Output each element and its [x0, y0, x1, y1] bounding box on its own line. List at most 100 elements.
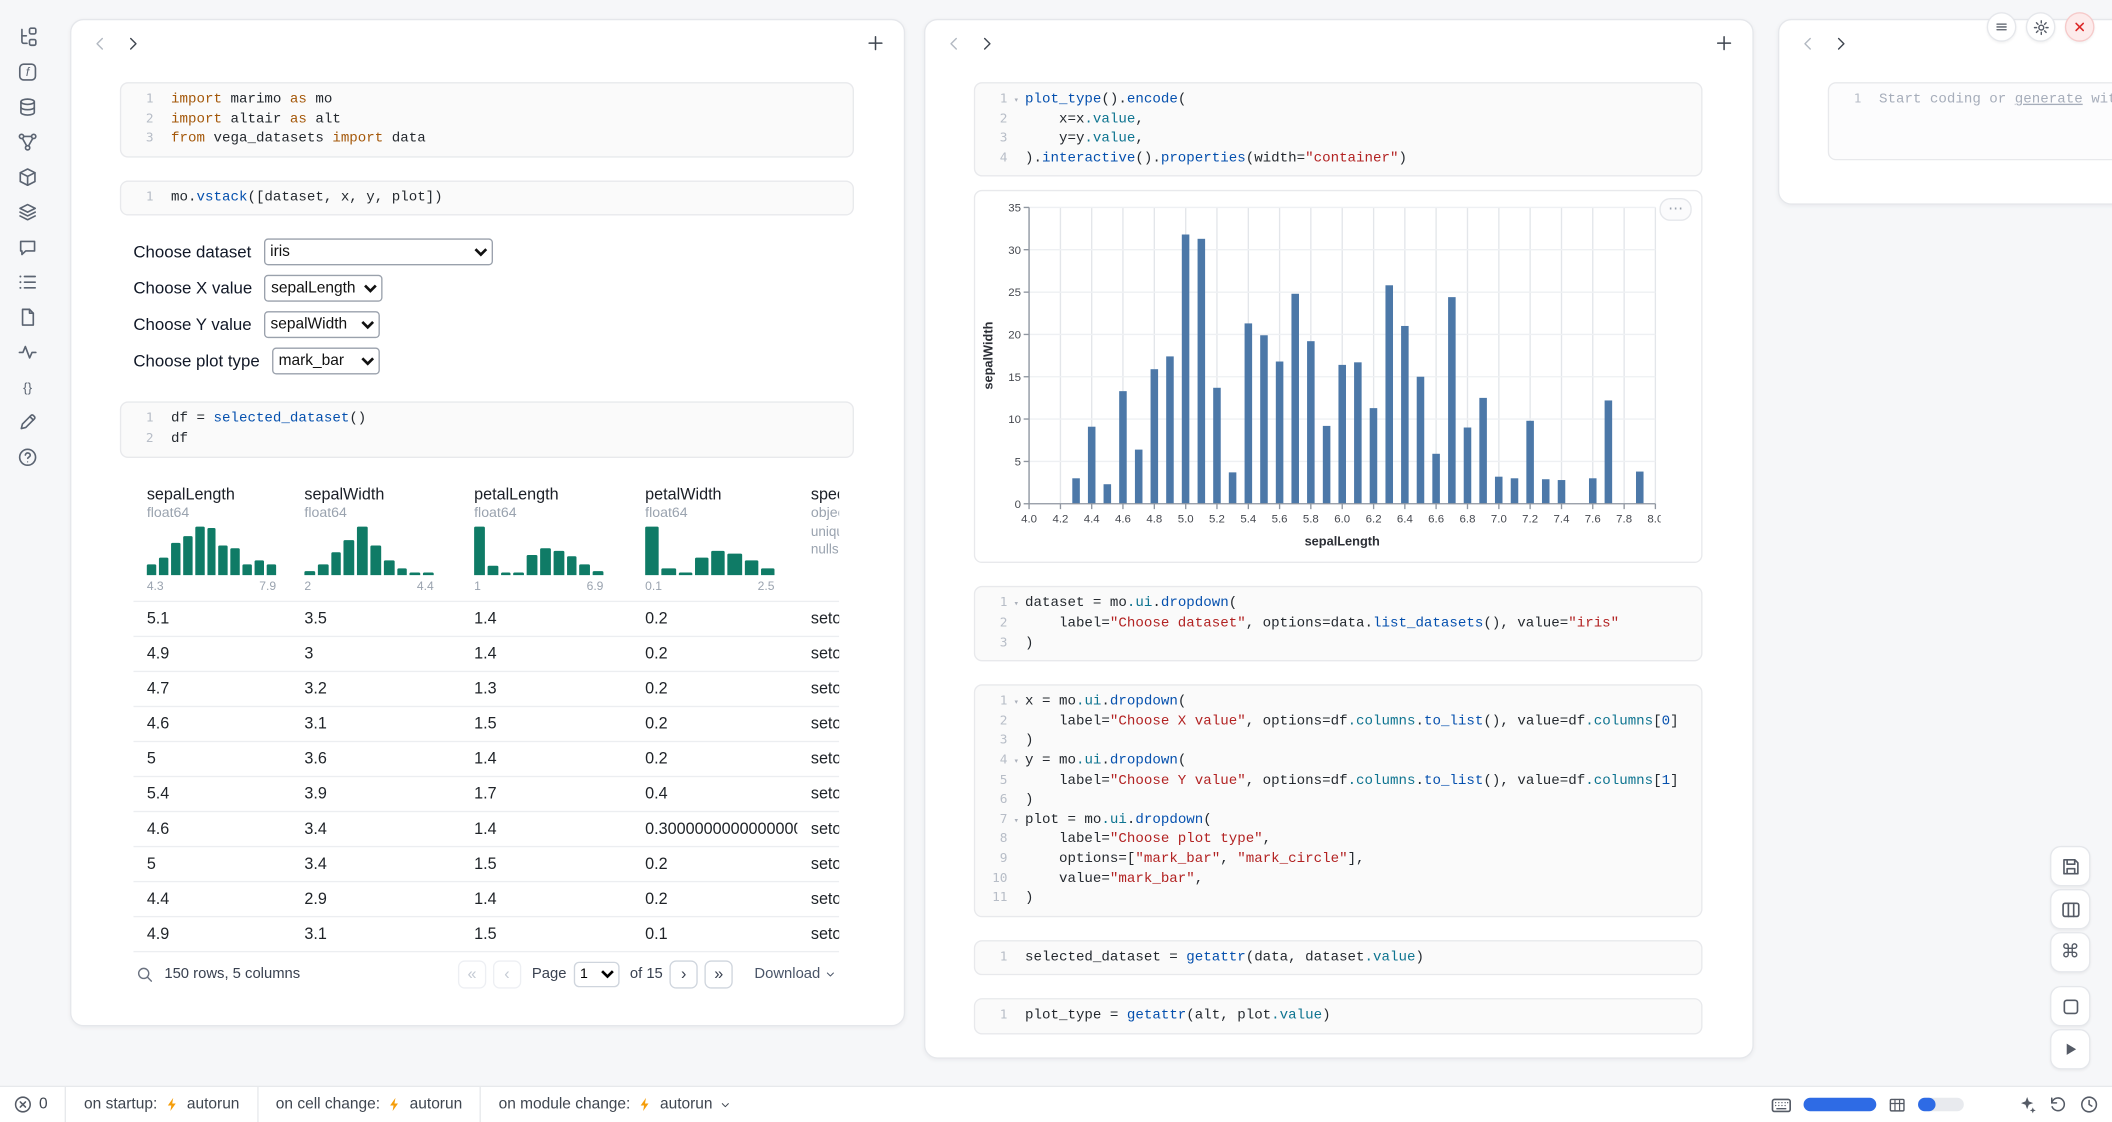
packages-icon[interactable] — [16, 166, 38, 188]
fold-toggle[interactable]: ▾ — [1008, 693, 1026, 713]
autorun-config-item[interactable]: on cell change:autorun — [257, 1087, 480, 1122]
table-row[interactable]: 4.93.11.50.1setosa — [133, 915, 839, 950]
documentation-icon[interactable] — [16, 306, 38, 328]
dropdown-row: Choose plot type mark_bar — [133, 343, 840, 379]
panel-grid-icon[interactable] — [1888, 1096, 1906, 1114]
next-page-button[interactable]: › — [670, 960, 698, 988]
fold-toggle[interactable]: ▾ — [1008, 595, 1026, 615]
column-header[interactable]: sepalWidthfloat64 — [291, 474, 461, 524]
download-button[interactable]: Download — [754, 966, 836, 982]
chart-actions-button[interactable]: ⋯ — [1659, 199, 1691, 222]
choose-dataset-select[interactable]: iris — [263, 238, 492, 265]
choose-y-value-select[interactable]: sepalWidth — [264, 311, 380, 338]
code-editor[interactable]: 1▾dataset = mo.ui.dropdown(2 label="Choo… — [974, 586, 1703, 661]
settings-button[interactable] — [2026, 12, 2056, 42]
scroll-indicator-primary[interactable] — [1804, 1098, 1877, 1111]
column-header[interactable]: sepalLengthfloat64 — [133, 474, 291, 524]
code-editor[interactable]: 1import marimo as mo2import altair as al… — [120, 82, 854, 157]
column-histogram[interactable] — [645, 523, 774, 574]
notebook-menu-button[interactable] — [1987, 12, 2017, 42]
table-row[interactable]: 4.63.11.50.2setosa — [133, 705, 839, 740]
save-button[interactable] — [2050, 846, 2090, 886]
column-2-next-button[interactable] — [970, 27, 1002, 59]
layout-columns-button[interactable] — [2050, 889, 2090, 929]
layers-icon[interactable] — [16, 201, 38, 223]
column-histogram[interactable] — [474, 523, 603, 574]
choose-plot-type-select[interactable]: mark_bar — [272, 347, 380, 374]
table-search-icon[interactable] — [136, 965, 154, 983]
column-1-prev-button[interactable] — [84, 27, 116, 59]
first-page-button[interactable]: « — [458, 960, 486, 988]
history-clock-icon[interactable] — [2080, 1095, 2099, 1114]
autorun-config-item[interactable]: on module change:autorun — [480, 1087, 749, 1122]
code-line: 1▾plot_type().encode( — [975, 90, 1701, 110]
dependency-graph-icon[interactable] — [16, 131, 38, 153]
line-number: 1 — [975, 595, 1007, 615]
error-count-badge[interactable]: 0 — [0, 1095, 65, 1114]
code-editor[interactable]: 1plot_type = getattr(alt, plot.value) — [974, 998, 1703, 1034]
column-3-next-button[interactable] — [1824, 27, 1856, 59]
column-1-next-button[interactable] — [116, 27, 148, 59]
line-number: 7 — [975, 810, 1007, 830]
column-histogram[interactable] — [147, 523, 276, 574]
chat-icon[interactable] — [16, 236, 38, 258]
code-editor[interactable]: 1df = selected_dataset()2df — [120, 402, 854, 457]
line-number: 3 — [975, 732, 1007, 752]
datasources-icon[interactable] — [16, 96, 38, 118]
scroll-indicator-secondary[interactable] — [1918, 1098, 1964, 1111]
code-editor[interactable]: 1selected_dataset = getattr(data, datase… — [974, 940, 1703, 976]
scratchpad-icon[interactable] — [16, 411, 38, 433]
column-dtype: float64 — [474, 505, 618, 521]
table-row[interactable]: 53.61.40.2setosa — [133, 740, 839, 775]
hist-bar — [370, 545, 381, 574]
fold-toggle[interactable]: ▾ — [1008, 810, 1026, 830]
table-row[interactable]: 53.41.50.2setosa — [133, 845, 839, 880]
code-editor[interactable]: 1mo.vstack([dataset, x, y, plot]) — [120, 180, 854, 216]
table-row[interactable]: 5.43.91.70.4setosa — [133, 775, 839, 810]
empty-cell-editor[interactable]: 1 Start coding or generate with AI — [1828, 82, 2112, 160]
page-select[interactable]: 1 — [573, 961, 619, 987]
code-editor[interactable]: 1▾x = mo.ui.dropdown(2 label="Choose X v… — [974, 684, 1703, 916]
line-number: 3 — [121, 130, 153, 150]
table-row[interactable]: 4.42.91.40.2setosa — [133, 880, 839, 915]
column-histogram[interactable] — [304, 523, 433, 574]
sepal-bar-chart[interactable]: 4.04.24.44.64.85.05.25.45.65.86.06.26.46… — [981, 197, 1661, 550]
dropdown-label: Choose plot type — [133, 351, 259, 370]
table-row[interactable]: 4.63.41.40.30000000000000004setosa — [133, 810, 839, 845]
column-header[interactable]: petalLengthfloat64 — [461, 474, 632, 524]
autorun-config-item[interactable]: on startup:autorun — [65, 1087, 257, 1122]
file-tree-icon[interactable] — [16, 26, 38, 48]
keyboard-shortcuts-button[interactable]: ⌘ — [2050, 932, 2090, 972]
column-3-prev-button[interactable] — [1791, 27, 1823, 59]
dropdown-row: Choose datasetiris — [133, 234, 840, 270]
run-all-button[interactable] — [2050, 1029, 2090, 1069]
table-row[interactable]: 4.73.21.30.2setosa — [133, 670, 839, 705]
code-editor[interactable]: 1▾plot_type().encode(2 x=x.value,3 y=y.v… — [974, 82, 1703, 177]
fold-toggle[interactable]: ▾ — [1008, 752, 1026, 772]
help-icon[interactable] — [16, 446, 38, 468]
column-header[interactable]: petalWidthfloat64 — [632, 474, 798, 524]
ai-sparkles-icon[interactable] — [2018, 1095, 2037, 1114]
refresh-icon[interactable] — [2049, 1095, 2068, 1114]
line-number: 9 — [975, 850, 1007, 870]
tracing-icon[interactable] — [16, 341, 38, 363]
function-icon[interactable]: f — [16, 61, 38, 83]
prev-page-button[interactable]: ‹ — [493, 960, 521, 988]
table-row[interactable]: 4.931.40.2setosa — [133, 635, 839, 670]
snippets-icon[interactable]: {} — [16, 376, 38, 398]
column-header[interactable]: speciesobject — [797, 474, 839, 524]
table-row[interactable]: 5.13.51.40.2setosa — [133, 600, 839, 635]
fold-toggle[interactable]: ▾ — [1008, 90, 1026, 110]
choose-x-value-select[interactable]: sepalLength — [264, 275, 383, 302]
last-page-button[interactable]: » — [705, 960, 733, 988]
table-cell: 3.2 — [291, 672, 461, 706]
logs-icon[interactable] — [16, 271, 38, 293]
column-1-add-cell-button[interactable] — [859, 27, 891, 59]
column-2-prev-button[interactable] — [937, 27, 969, 59]
app-preview-button[interactable] — [2050, 986, 2090, 1026]
table-cell: 1.5 — [461, 707, 632, 741]
column-2-add-cell-button[interactable] — [1708, 27, 1740, 59]
generate-with-ai-link[interactable]: generate — [2015, 92, 2083, 108]
keyboard-icon[interactable] — [1771, 1094, 1791, 1114]
shutdown-button[interactable] — [2065, 12, 2095, 42]
